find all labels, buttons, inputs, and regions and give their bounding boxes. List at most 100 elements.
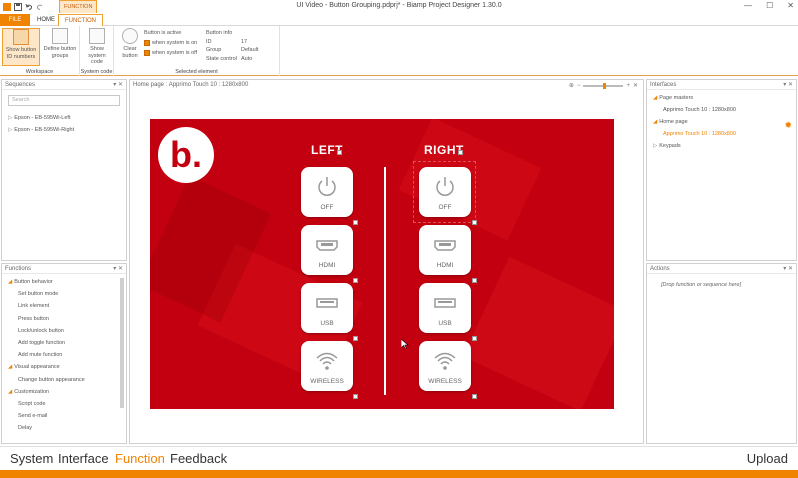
actions-title: Actions — [650, 266, 670, 272]
expand-icon[interactable]: ▷ — [8, 115, 12, 121]
button-info-title: Button info — [206, 30, 233, 36]
tree-group[interactable]: ◢ Page masters — [653, 92, 796, 104]
function-group[interactable]: ◢ Customization — [8, 386, 126, 398]
resize-handle[interactable] — [472, 394, 477, 399]
functions-scrollbar[interactable] — [120, 278, 124, 408]
maximize-button[interactable]: ☐ — [766, 1, 773, 10]
resize-handle[interactable] — [472, 278, 477, 283]
when-off-checkbox[interactable]: when system is off — [144, 48, 197, 58]
info-key: Group — [206, 47, 222, 53]
mouse-cursor-icon — [401, 339, 409, 349]
tree-group[interactable]: ◢ Home page — [653, 116, 796, 128]
nav-function[interactable]: Function — [115, 451, 165, 466]
close-button[interactable]: ✕ — [787, 1, 794, 10]
function-item[interactable]: Set button mode — [8, 288, 126, 300]
actions-header: Actions ▾ ✕ — [647, 264, 796, 274]
upload-button[interactable]: Upload — [747, 451, 788, 466]
expand-icon[interactable]: ▷ — [653, 143, 657, 149]
function-group[interactable]: ◢ Visual appearance — [8, 361, 126, 373]
sequences-search-input[interactable]: Search — [8, 95, 120, 106]
right-hdmi-button[interactable]: HDMI — [419, 225, 471, 275]
minimize-button[interactable]: — — [744, 1, 752, 10]
function-item[interactable]: Send e-mail — [8, 410, 126, 422]
system-code-group-label: System code — [80, 69, 113, 75]
resize-handle[interactable] — [458, 150, 463, 155]
nav-interface[interactable]: Interface — [58, 451, 109, 466]
crosshair-icon[interactable]: ⊕ — [569, 82, 574, 89]
button-ids-icon — [13, 29, 29, 45]
function-item[interactable]: Add mute function — [8, 349, 126, 361]
panel-controls-icon[interactable]: ▾ ✕ — [113, 80, 123, 90]
resize-handle[interactable] — [472, 220, 477, 225]
collapse-icon[interactable]: ◢ — [8, 389, 12, 395]
right-wireless-button[interactable]: WIRELESS — [419, 341, 471, 391]
panel-controls-icon[interactable]: ▾ ✕ — [783, 264, 793, 274]
close-icon[interactable]: ✕ — [633, 82, 638, 89]
resize-handle[interactable] — [353, 278, 358, 283]
left-usb-button[interactable]: USB — [301, 283, 353, 333]
panel-controls-icon[interactable]: ▾ ✕ — [783, 80, 793, 90]
function-item[interactable]: Script code — [8, 398, 126, 410]
tab-home[interactable]: HOME — [31, 14, 61, 26]
actions-drop-zone[interactable]: [Drop function or sequence here] — [647, 274, 796, 288]
info-key: ID — [206, 38, 212, 45]
interfaces-title: Interfaces — [650, 82, 677, 88]
resize-handle[interactable] — [353, 336, 358, 341]
show-system-code-button[interactable]: Show system code — [82, 28, 112, 66]
tab-function[interactable]: FUNCTION — [58, 14, 103, 26]
clear-button[interactable]: Clear button — [118, 28, 142, 59]
power-icon — [436, 177, 454, 196]
clear-button-label: Clear button — [122, 46, 138, 59]
sequence-item[interactable]: ▷ Epson - EB-595Wi-Right — [8, 124, 126, 136]
show-system-code-label: Show system code — [88, 46, 106, 65]
right-off-button[interactable]: OFF — [419, 167, 471, 217]
function-item[interactable]: Add toggle function — [8, 337, 126, 349]
nav-system[interactable]: System — [10, 451, 53, 466]
resize-handle[interactable] — [472, 336, 477, 341]
wifi-icon — [316, 352, 338, 370]
resize-handle[interactable] — [353, 394, 358, 399]
function-group[interactable]: ◢ Button behavior — [8, 276, 126, 288]
tree-group[interactable]: ▷ Keypads — [653, 140, 796, 152]
page-master-item[interactable]: Apprimo Touch 10 : 1280x800 — [653, 104, 796, 116]
left-wireless-button[interactable]: WIRELESS — [301, 341, 353, 391]
home-page-item[interactable]: Apprimo Touch 10 : 1280x800 — [653, 128, 796, 140]
right-usb-button[interactable]: USB — [419, 283, 471, 333]
tab-file[interactable]: FILE — [0, 14, 30, 26]
zoom-knob[interactable] — [603, 82, 607, 89]
panel-controls-icon[interactable]: ▾ ✕ — [113, 264, 123, 274]
context-tab-label: FUNCTION — [59, 0, 98, 13]
breadcrumb: Home page : Apprimo Touch 10 : 1280x800 — [133, 82, 249, 88]
status-bar — [0, 470, 798, 478]
function-item[interactable]: Link element — [8, 300, 126, 312]
collapse-icon[interactable]: ◢ — [8, 279, 12, 285]
resize-handle[interactable] — [353, 220, 358, 225]
function-group-label: Button behavior — [14, 279, 53, 285]
collapse-icon[interactable]: ◢ — [8, 364, 12, 370]
define-button-groups-button[interactable]: Define button groups — [41, 28, 79, 59]
zoom-out-icon[interactable]: − — [577, 83, 581, 89]
gear-icon[interactable]: ✹ — [784, 120, 792, 131]
collapse-icon[interactable]: ◢ — [653, 95, 657, 101]
zoom-slider[interactable] — [583, 82, 624, 89]
nav-feedback[interactable]: Feedback — [170, 451, 227, 466]
left-off-button[interactable]: OFF — [301, 167, 353, 217]
when-on-checkbox[interactable]: when system is on — [144, 38, 197, 48]
show-button-ids-button[interactable]: Show button ID numbers — [2, 28, 40, 66]
sequence-item-label: Epson - EB-595Wi-Right — [14, 127, 75, 133]
function-item[interactable]: Lock/unlock button — [8, 325, 126, 337]
function-item[interactable]: Delay — [8, 422, 126, 434]
function-item[interactable]: Press button — [8, 313, 126, 325]
left-hdmi-button[interactable]: HDMI — [301, 225, 353, 275]
sequence-item[interactable]: ▷ Epson - EB-595Wi-Left — [8, 112, 126, 124]
zoom-in-icon[interactable]: + — [626, 83, 630, 89]
collapse-icon[interactable]: ◢ — [653, 119, 657, 125]
button-label: HDMI — [318, 262, 336, 269]
interfaces-header: Interfaces ▾ ✕ — [647, 80, 796, 90]
selected-element-group: Clear button Button is active when syste… — [114, 26, 280, 76]
functions-panel: Functions ▾ ✕ ◢ Button behavior Set button… — [1, 263, 127, 444]
expand-icon[interactable]: ▷ — [8, 127, 12, 133]
button-info: Button info ID 17 Group Default State cont… — [206, 29, 258, 63]
function-item[interactable]: Change button appearance — [8, 374, 126, 386]
resize-handle[interactable] — [337, 150, 342, 155]
